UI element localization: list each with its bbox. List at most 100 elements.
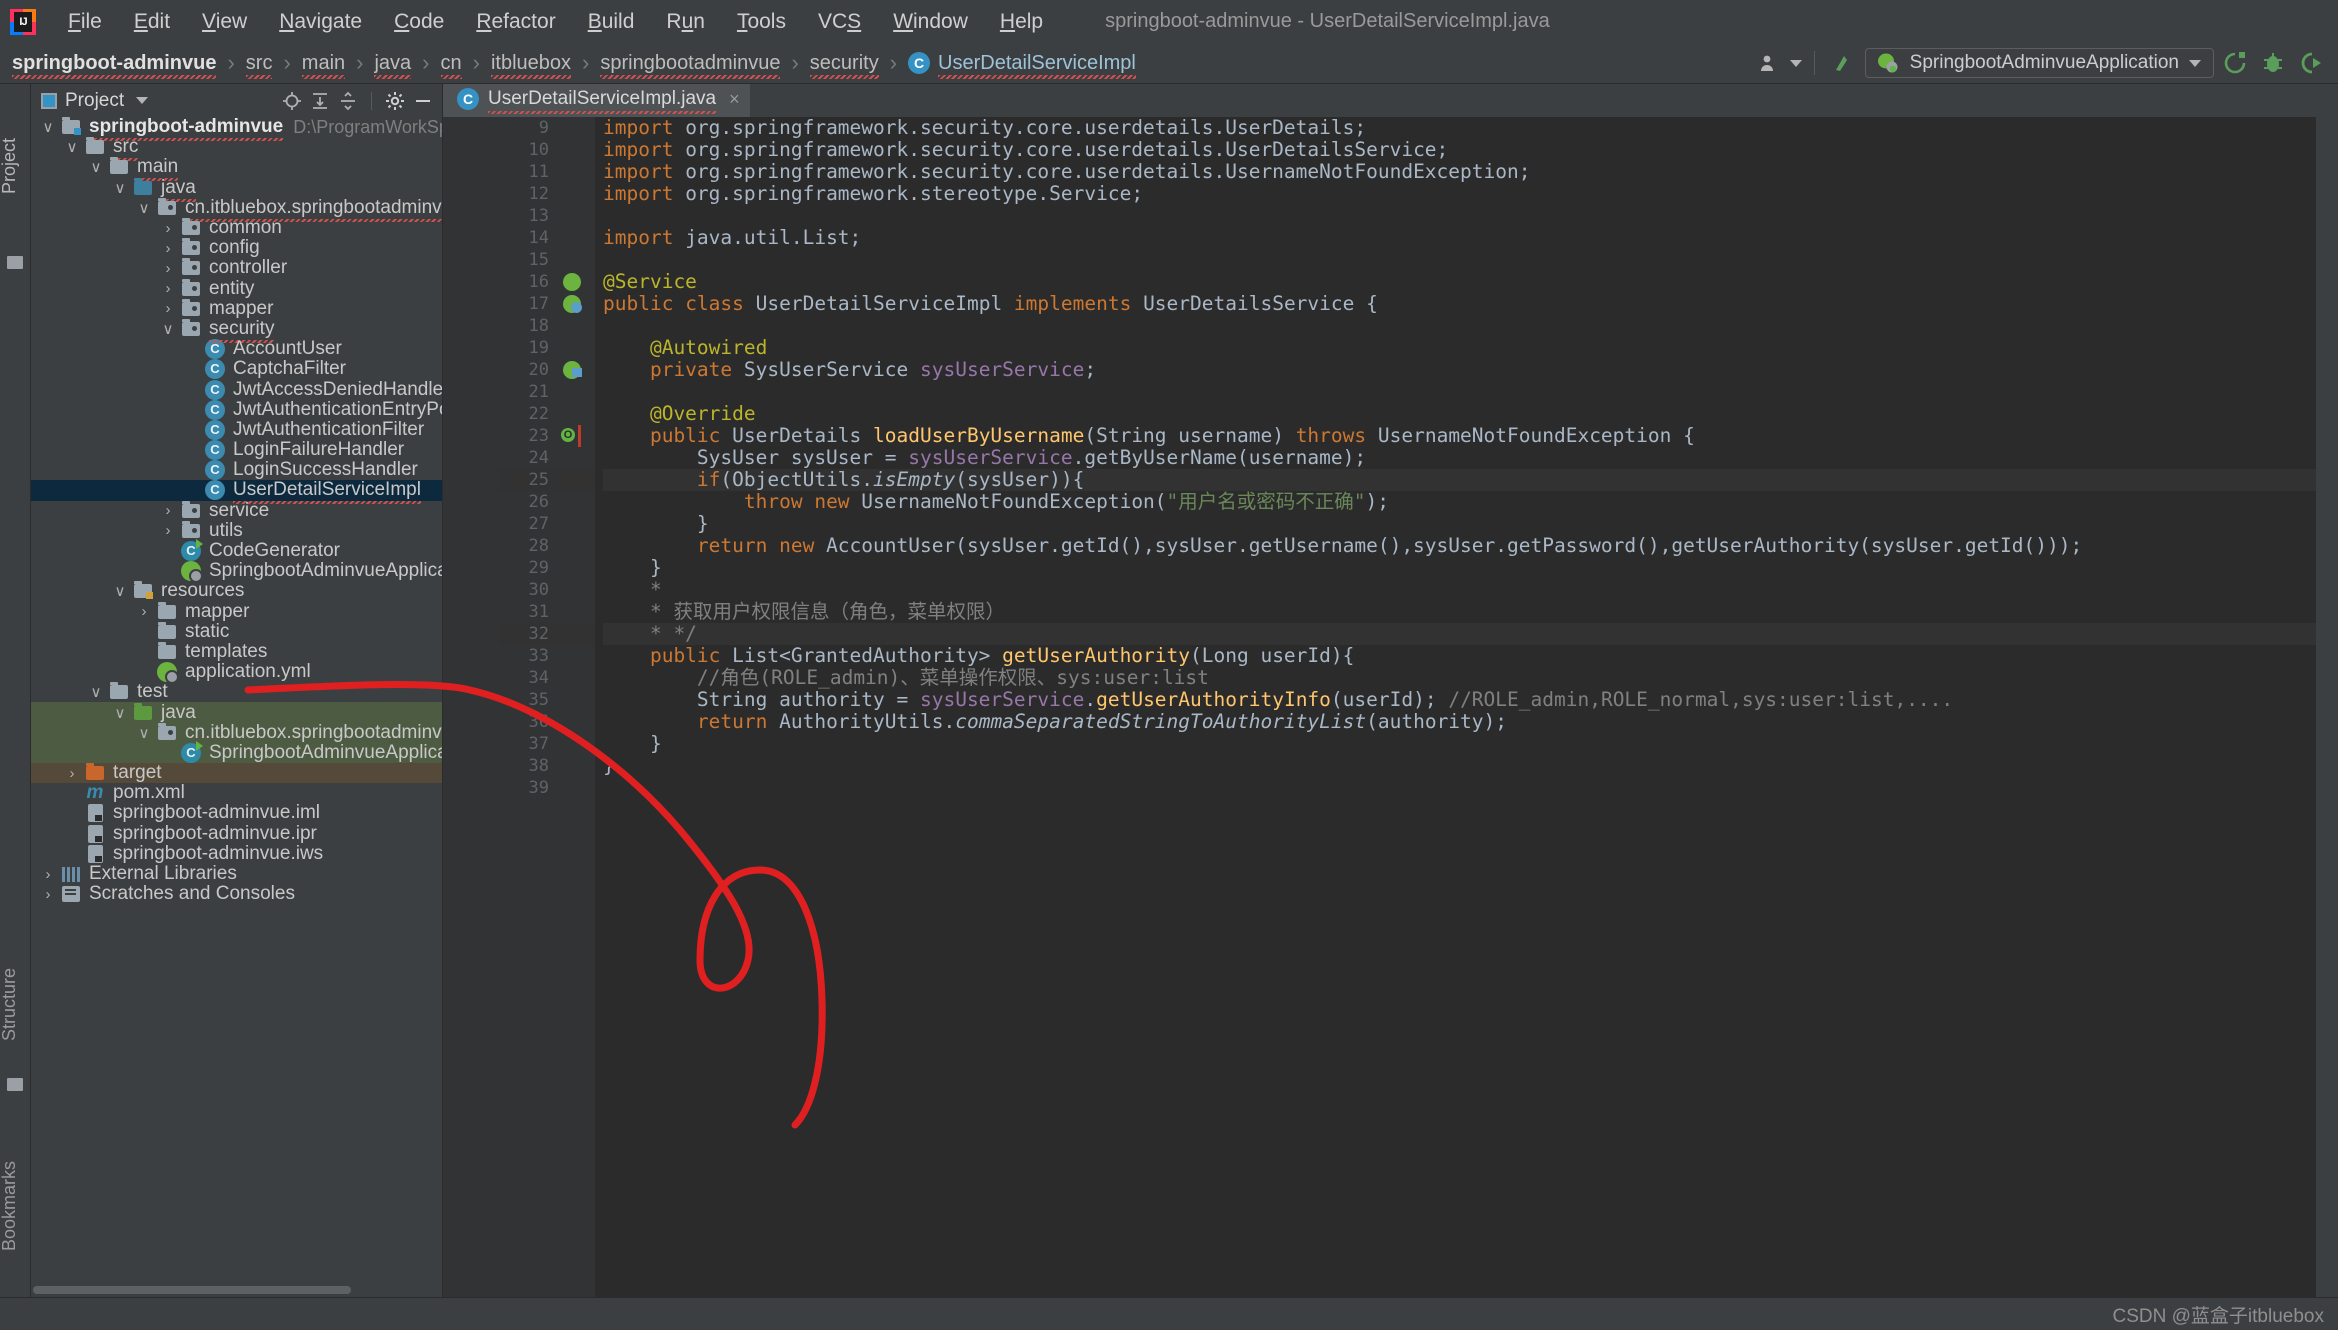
user-avatar-icon[interactable]	[1752, 48, 1786, 78]
tree-node-security[interactable]: ∨security	[31, 319, 442, 339]
code-line[interactable]: −import java.util.List;	[603, 227, 2338, 249]
tree-node-pom-xml[interactable]: ›mpom.xml	[31, 783, 442, 803]
code-line[interactable]: @Autowired	[603, 337, 2338, 359]
error-stripe-gutter[interactable]	[2316, 117, 2338, 1297]
gutter-slot[interactable]	[559, 755, 595, 777]
code-line[interactable]: *	[603, 579, 2338, 601]
gutter-slot[interactable]	[559, 469, 595, 491]
code-line[interactable]: import org.springframework.security.core…	[603, 161, 2338, 183]
tree-node-java[interactable]: ∨java	[31, 702, 442, 722]
tree-node-main[interactable]: ∨main	[31, 157, 442, 177]
expand-all-icon[interactable]	[307, 89, 333, 113]
chevron-right-icon[interactable]: ›	[157, 240, 179, 257]
gutter-slot[interactable]	[559, 139, 595, 161]
debug-icon[interactable]	[2256, 48, 2290, 78]
updates-icon[interactable]	[1827, 48, 1861, 78]
chevron-down-icon[interactable]	[136, 97, 148, 104]
code-line[interactable]: //角色(ROLE_admin)、菜单操作权限、sys:user:list	[603, 667, 2338, 689]
gutter-slot[interactable]	[559, 117, 595, 139]
tree-node-springboot-adminvue-iws[interactable]: ›springboot-adminvue.iws	[31, 844, 442, 864]
tree-node-templates[interactable]: ›templates	[31, 642, 442, 662]
breadcrumb-item-src[interactable]: src	[246, 52, 273, 75]
implementing-method-icon[interactable]	[571, 302, 582, 313]
gutter-slot[interactable]	[559, 183, 595, 205]
menu-item-edit[interactable]: Edit	[118, 10, 186, 34]
chevron-down-icon[interactable]: ∨	[157, 320, 179, 338]
chevron-down-icon[interactable]	[1790, 60, 1802, 67]
chevron-right-icon[interactable]: ›	[157, 220, 179, 237]
code-content[interactable]: import org.springframework.security.core…	[595, 117, 2338, 1297]
chevron-right-icon[interactable]: ›	[61, 765, 83, 782]
gutter-icon-column[interactable]: O	[559, 117, 595, 1297]
tree-node-userdetailserviceimpl[interactable]: ›CUserDetailServiceImpl	[31, 480, 442, 500]
code-line[interactable]	[603, 381, 2338, 403]
gutter-slot[interactable]	[559, 711, 595, 733]
gutter-slot[interactable]	[559, 161, 595, 183]
code-line[interactable]: − * */	[603, 623, 2338, 645]
code-line[interactable]: throw new UsernameNotFoundException("用户名…	[603, 491, 2338, 513]
gutter-slot[interactable]	[559, 667, 595, 689]
breadcrumb-item-java[interactable]: java	[374, 52, 411, 75]
gutter-slot[interactable]	[559, 271, 595, 293]
tree-node-controller[interactable]: ›controller	[31, 258, 442, 278]
code-editor[interactable]: 9101112131415161718192021222324252627282…	[443, 117, 2338, 1297]
gutter-slot[interactable]	[559, 249, 595, 271]
chevron-right-icon[interactable]: ›	[157, 300, 179, 317]
breadcrumb-item-springboot-adminvue[interactable]: springboot-adminvue	[12, 52, 216, 75]
tree-node-codegenerator[interactable]: ›CCodeGenerator	[31, 541, 442, 561]
gutter-slot[interactable]	[559, 491, 595, 513]
code-line[interactable]: @Service	[603, 271, 2338, 293]
code-line[interactable]: SysUser sysUser = sysUserService.getByUs…	[603, 447, 2338, 469]
gutter-slot[interactable]	[559, 315, 595, 337]
spring-bean-gutter-icon[interactable]	[563, 273, 581, 291]
menu-item-refactor[interactable]: Refactor	[460, 10, 571, 34]
code-line[interactable]	[603, 249, 2338, 271]
gutter-slot[interactable]	[559, 337, 595, 359]
run-configuration-selector[interactable]: SpringbootAdminvueApplication	[1865, 48, 2214, 78]
code-line[interactable]: − public List<GrantedAuthority> getUserA…	[603, 645, 2338, 667]
code-line[interactable]: − public UserDetails loadUserByUsername(…	[603, 425, 2338, 447]
tree-node-external-libraries[interactable]: ›External Libraries	[31, 864, 442, 884]
gutter-slot[interactable]	[559, 623, 595, 645]
menu-item-view[interactable]: View	[186, 10, 263, 34]
tree-node-mapper[interactable]: ›mapper	[31, 602, 442, 622]
tree-node-static[interactable]: ›static	[31, 622, 442, 642]
tree-node-utils[interactable]: ›utils	[31, 521, 442, 541]
code-line[interactable]: import org.springframework.stereotype.Se…	[603, 183, 2338, 205]
gutter-slot[interactable]	[559, 359, 595, 381]
menu-item-build[interactable]: Build	[572, 10, 651, 34]
code-line[interactable]: public class UserDetailServiceImpl imple…	[603, 293, 2338, 315]
tree-node-cn-itbluebox-springbootadminvue[interactable]: ∨cn.itbluebox.springbootadminvue	[31, 723, 442, 743]
code-line[interactable]: return new AccountUser(sysUser.getId(),s…	[603, 535, 2338, 557]
rerun-icon[interactable]	[2218, 48, 2252, 78]
tree-node-springbootadminvueapplication[interactable]: ›SpringbootAdminvueApplication	[31, 561, 442, 581]
chevron-down-icon[interactable]: ∨	[85, 158, 107, 176]
code-line[interactable]	[603, 205, 2338, 227]
collapse-all-icon[interactable]	[335, 89, 361, 113]
gutter-slot[interactable]	[559, 557, 595, 579]
code-line[interactable]: return AuthorityUtils.commaSeparatedStri…	[603, 711, 2338, 733]
tree-node-application-yml[interactable]: ›application.yml	[31, 662, 442, 682]
gutter-slot[interactable]	[559, 513, 595, 535]
tree-node-java[interactable]: ∨java	[31, 178, 442, 198]
gutter-slot[interactable]	[559, 381, 595, 403]
hide-panel-icon[interactable]	[410, 89, 436, 113]
gutter-slot[interactable]	[559, 601, 595, 623]
menu-item-navigate[interactable]: Navigate	[263, 10, 378, 34]
tree-node-loginfailurehandler[interactable]: ›CLoginFailureHandler	[31, 440, 442, 460]
tree-node-test[interactable]: ∨test	[31, 682, 442, 702]
gear-icon[interactable]	[382, 89, 408, 113]
tree-node-cn-itbluebox-springbootadminvue[interactable]: ∨cn.itbluebox.springbootadminvue	[31, 198, 442, 218]
chevron-right-icon[interactable]: ›	[157, 522, 179, 539]
gutter-slot[interactable]	[559, 689, 595, 711]
tree-node-entity[interactable]: ›entity	[31, 279, 442, 299]
tree-node-springboot-adminvue[interactable]: ∨springboot-adminvueD:\ProgramWorkSpace\…	[31, 117, 442, 137]
breadcrumb-item-userdetailserviceimpl[interactable]: CUserDetailServiceImpl	[908, 52, 1136, 75]
breadcrumb-item-main[interactable]: main	[302, 52, 345, 75]
tree-node-accountuser[interactable]: ›CAccountUser	[31, 339, 442, 359]
code-line[interactable]: import org.springframework.security.core…	[603, 139, 2338, 161]
menu-item-window[interactable]: Window	[877, 10, 984, 34]
tree-node-target[interactable]: ›target	[31, 763, 442, 783]
overriding-method-icon[interactable]: O	[561, 428, 575, 442]
gutter-slot[interactable]	[559, 403, 595, 425]
